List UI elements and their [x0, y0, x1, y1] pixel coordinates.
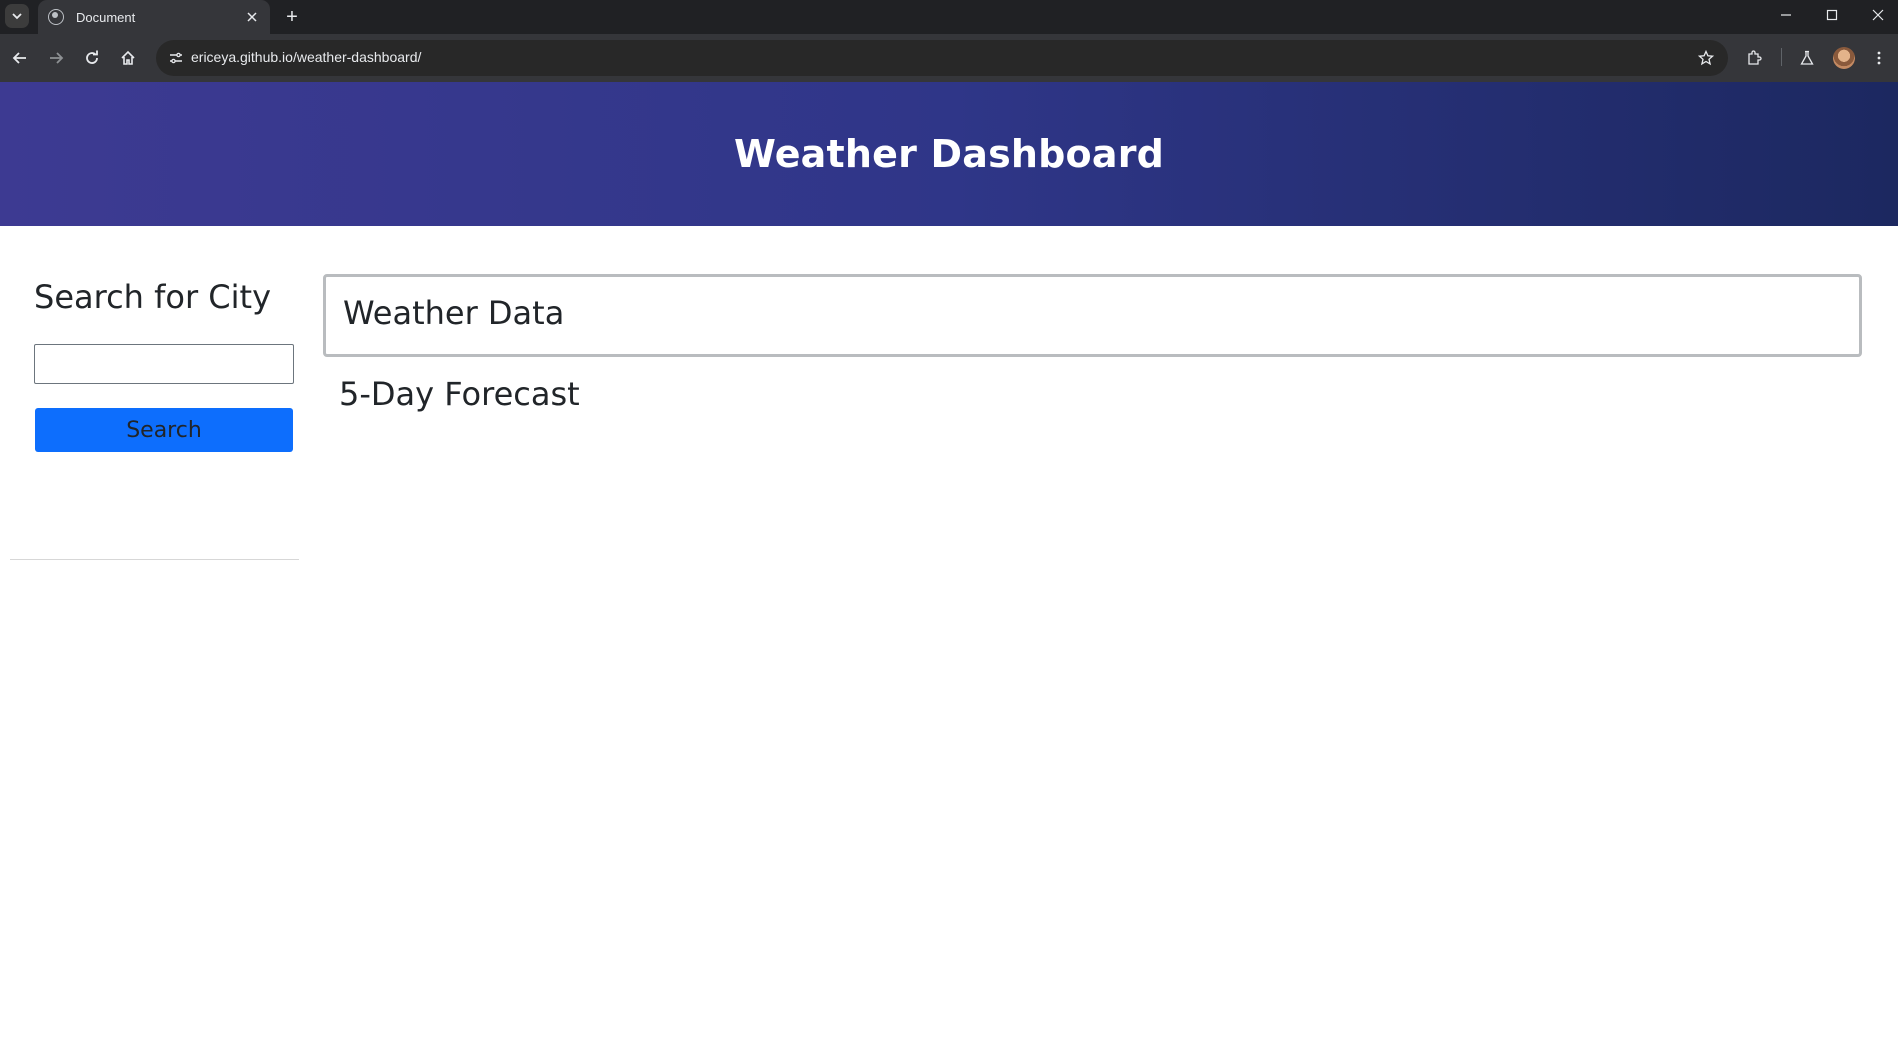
- close-icon[interactable]: [242, 7, 262, 27]
- extensions-icon[interactable]: [1740, 44, 1768, 72]
- weather-data-title: Weather Data: [343, 294, 565, 332]
- forecast-title: 5-Day Forecast: [339, 375, 580, 413]
- site-info-icon[interactable]: [164, 46, 188, 70]
- tab-search-icon[interactable]: [5, 4, 29, 28]
- labs-icon[interactable]: [1793, 44, 1821, 72]
- back-icon[interactable]: [6, 44, 34, 72]
- page-header: Weather Dashboard: [0, 82, 1898, 226]
- globe-icon: [48, 9, 64, 25]
- page: Weather Dashboard Search for City Search…: [0, 82, 1898, 1044]
- tab-strip: Document +: [0, 0, 1898, 34]
- reload-icon[interactable]: [78, 44, 106, 72]
- browser-toolbar: ericeya.github.io/weather-dashboard/: [0, 34, 1898, 82]
- search-heading: Search for City: [34, 278, 271, 316]
- maximize-icon[interactable]: [1809, 0, 1855, 30]
- avatar[interactable]: [1833, 47, 1855, 69]
- page-title: Weather Dashboard: [733, 132, 1165, 176]
- window-close-icon[interactable]: [1855, 0, 1898, 30]
- weather-data-panel: Weather Data: [323, 274, 1862, 357]
- city-search-input[interactable]: [34, 344, 294, 384]
- search-sidebar: Search for City Search: [10, 226, 299, 560]
- new-tab-button[interactable]: +: [280, 5, 304, 29]
- star-icon[interactable]: [1694, 46, 1718, 70]
- minimize-icon[interactable]: [1763, 0, 1809, 30]
- search-button[interactable]: Search: [35, 408, 293, 452]
- tab-title: Document: [76, 9, 136, 25]
- forward-icon[interactable]: [42, 44, 70, 72]
- tab-document[interactable]: Document: [38, 0, 270, 34]
- toolbar-divider: [1781, 48, 1782, 66]
- address-bar[interactable]: ericeya.github.io/weather-dashboard/: [156, 40, 1728, 76]
- url-text: ericeya.github.io/weather-dashboard/: [191, 49, 422, 65]
- home-icon[interactable]: [114, 44, 142, 72]
- menu-icon[interactable]: [1865, 44, 1893, 72]
